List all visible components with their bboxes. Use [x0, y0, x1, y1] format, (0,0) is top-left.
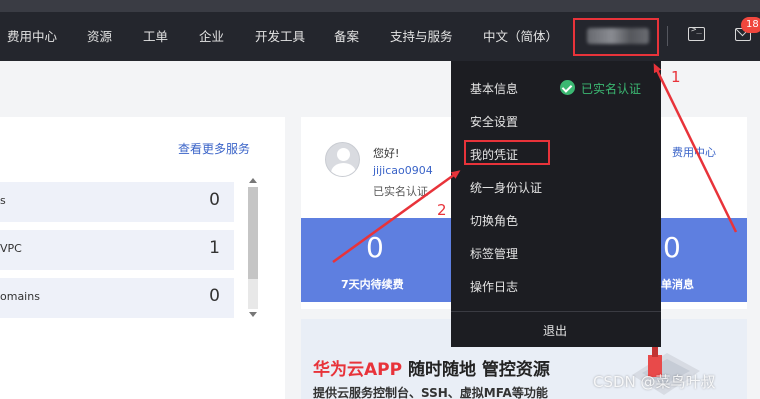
greeting-text: 您好!	[373, 147, 400, 160]
menu-item-identity[interactable]: 统一身份认证	[470, 179, 542, 196]
banner-title-slogan: 随时随地 管控资源	[402, 360, 550, 380]
verified-check-icon	[560, 80, 575, 95]
service-count: 0	[209, 190, 220, 210]
nav-devtools[interactable]: 开发工具	[255, 12, 305, 61]
banner-title: 华为云APP 随时随地 管控资源	[313, 355, 550, 380]
banner-subtitle: 提供云服务控制台、SSH、虚拟MFA等功能	[313, 386, 548, 399]
billing-center-link[interactable]: 费用中心	[672, 144, 716, 160]
menu-item-basic-info[interactable]: 基本信息	[470, 80, 518, 97]
scroll-up-icon[interactable]	[249, 178, 257, 183]
annotation-step-2: 2	[437, 201, 447, 219]
scroll-thumb[interactable]	[248, 187, 258, 279]
message-count-badge: 18	[741, 17, 760, 33]
more-services-link[interactable]: 查看更多服务	[178, 140, 250, 157]
renewal-label: 7天内待续费	[341, 278, 404, 291]
nav-tickets[interactable]: 工单	[143, 12, 168, 61]
nav-support[interactable]: 支持与服务	[390, 12, 453, 61]
services-scrollbar[interactable]	[245, 175, 261, 320]
nav-divider	[667, 26, 668, 46]
scroll-down-icon[interactable]	[249, 312, 257, 317]
verified-label: 已实名认证	[581, 82, 642, 96]
nav-enterprise[interactable]: 企业	[199, 12, 224, 61]
watermark: CSDN @菜鸟叶叔	[593, 373, 716, 391]
service-label: VPC	[0, 242, 22, 255]
service-label: omains	[0, 290, 40, 303]
menu-item-logs[interactable]: 操作日志	[470, 278, 518, 295]
menu-item-tags[interactable]: 标签管理	[470, 245, 518, 262]
menu-item-security[interactable]: 安全设置	[470, 113, 518, 130]
menu-divider	[451, 311, 661, 312]
terminal-icon[interactable]: >_	[688, 25, 705, 41]
nav-icp[interactable]: 备案	[334, 12, 359, 61]
menu-item-logout[interactable]: 退出	[543, 322, 567, 339]
avatar	[325, 142, 360, 177]
service-row[interactable]: s 0	[0, 182, 234, 222]
message-label: 单消息	[661, 278, 694, 291]
renewal-count[interactable]: 0	[366, 231, 384, 264]
service-label: s	[0, 194, 6, 207]
verified-status-text: 已实名认证	[373, 185, 428, 198]
service-row[interactable]: VPC 1	[0, 230, 234, 270]
nav-resources[interactable]: 资源	[87, 12, 112, 61]
browser-top-strip	[0, 0, 760, 12]
service-count: 0	[209, 286, 220, 306]
username-link[interactable]: jijicao0904	[373, 164, 433, 177]
service-count: 1	[209, 238, 220, 258]
nav-billing[interactable]: 费用中心	[7, 12, 57, 61]
menu-item-switch-role[interactable]: 切换角色	[470, 212, 518, 229]
nav-language[interactable]: 中文（简体）	[483, 12, 558, 61]
banner-title-brand: 华为云APP	[313, 360, 403, 380]
account-dropdown-menu	[451, 61, 661, 347]
annotation-step-1: 1	[671, 68, 681, 86]
credentials-highlight-box	[464, 140, 550, 165]
message-count[interactable]: 0	[663, 231, 681, 264]
account-highlight-box[interactable]	[573, 18, 659, 56]
service-row[interactable]: omains 0	[0, 278, 234, 318]
